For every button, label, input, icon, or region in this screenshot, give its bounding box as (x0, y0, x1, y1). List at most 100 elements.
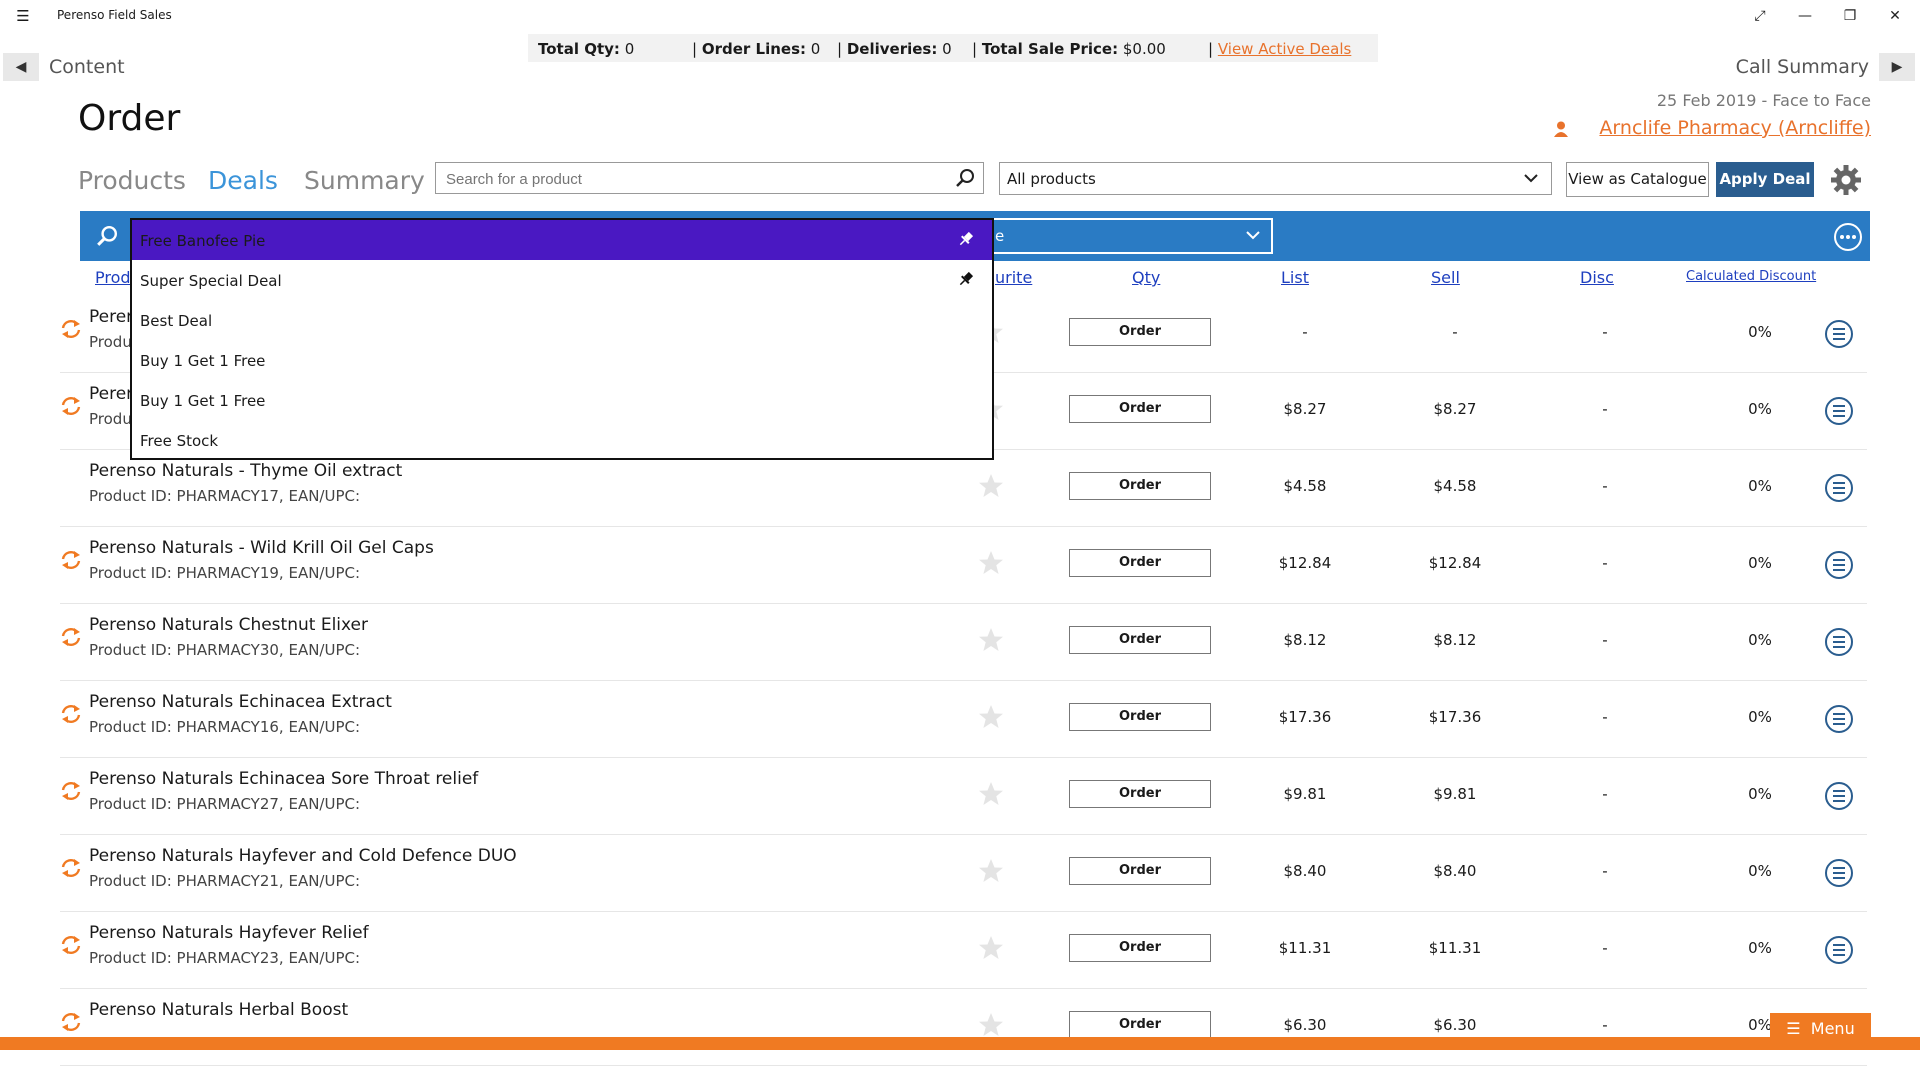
forward-button[interactable]: ▶ (1879, 53, 1915, 81)
account-link[interactable]: Arnclife Pharmacy (Arncliffe) (1599, 117, 1871, 139)
table-row[interactable]: Perenso Naturals Echinacea Extract Produc… (60, 680, 1867, 758)
back-button[interactable]: ◀ (3, 53, 39, 81)
table-row[interactable]: Perenso Naturals Chestnut Elixer Product … (60, 603, 1867, 681)
product-name[interactable]: Perenso Naturals Herbal Boost (89, 1000, 348, 1020)
deal-option[interactable]: Buy 1 Get 1 Free (132, 340, 992, 380)
fullscreen-icon[interactable]: ⤢ (1740, 4, 1780, 28)
product-id: Product ID: PHARMACY16, EAN/UPC: (89, 718, 361, 736)
back-label[interactable]: Content (49, 56, 125, 78)
product-name[interactable]: Perenso Naturals Echinacea Sore Throat r… (89, 769, 478, 789)
row-menu-icon[interactable] (1824, 935, 1854, 965)
order-button[interactable]: Order (1069, 626, 1211, 654)
col-header-favourite[interactable]: urite (995, 268, 1032, 287)
col-header-product[interactable]: Prod (95, 268, 131, 287)
row-menu-icon[interactable] (1824, 627, 1854, 657)
col-header-list[interactable]: List (1281, 268, 1309, 287)
minimize-icon[interactable]: — (1785, 4, 1825, 28)
tab-summary[interactable]: Summary (304, 166, 425, 195)
sell-price: $8.40 (1433, 862, 1477, 880)
close-icon[interactable]: ✕ (1875, 4, 1915, 28)
row-menu-icon[interactable] (1824, 781, 1854, 811)
order-button[interactable]: Order (1069, 395, 1211, 423)
restore-icon[interactable]: ❐ (1830, 4, 1870, 28)
search-icon[interactable] (96, 225, 118, 247)
menu-button[interactable]: ☰ Menu (1770, 1013, 1871, 1050)
favourite-star-icon[interactable] (978, 550, 1004, 576)
table-row[interactable]: Perenso Naturals - Wild Krill Oil Gel Ca… (60, 526, 1867, 604)
order-button[interactable]: Order (1069, 1011, 1211, 1039)
hamburger-menu-icon[interactable]: ☰ (12, 6, 34, 26)
table-row[interactable]: Perenso Naturals Hayfever and Cold Defen… (60, 834, 1867, 912)
sell-price: $8.27 (1433, 400, 1477, 418)
list-price: $17.36 (1278, 708, 1332, 726)
order-button[interactable]: Order (1069, 318, 1211, 346)
order-button[interactable]: Order (1069, 549, 1211, 577)
tab-deals[interactable]: Deals (208, 166, 278, 195)
order-button[interactable]: Order (1069, 857, 1211, 885)
favourite-star-icon[interactable] (978, 473, 1004, 499)
deal-option[interactable]: Buy 1 Get 1 Free (132, 380, 992, 420)
pin-icon[interactable] (958, 271, 974, 287)
table-row[interactable]: Perenso Naturals Herbal Boost Order $6.30 $… (60, 988, 1867, 1066)
deal-option[interactable]: Free Stock (132, 420, 992, 460)
favourite-star-icon[interactable] (978, 935, 1004, 961)
product-name[interactable]: Perenso Naturals Chestnut Elixer (89, 615, 368, 635)
table-row[interactable]: Perenso Naturals Echinacea Sore Throat r… (60, 757, 1867, 835)
row-menu-icon[interactable] (1824, 396, 1854, 426)
product-id: Produ (89, 333, 132, 351)
more-options-icon[interactable] (1833, 222, 1863, 252)
sync-icon (61, 1013, 81, 1031)
favourite-star-icon[interactable] (978, 1012, 1004, 1038)
product-name[interactable]: Perenso Naturals - Thyme Oil extract (89, 461, 402, 481)
col-header-sell[interactable]: Sell (1431, 268, 1460, 287)
deal-type-select[interactable]: e (990, 218, 1273, 254)
table-row[interactable]: Perenso Naturals - Thyme Oil extract Prod… (60, 449, 1867, 527)
product-name[interactable]: Perenso Naturals Hayfever Relief (89, 923, 369, 943)
order-button[interactable]: Order (1069, 934, 1211, 962)
calculated-discount: 0% (1748, 554, 1772, 572)
deal-option[interactable]: Free Banofee Pie (132, 220, 992, 260)
row-menu-icon[interactable] (1824, 704, 1854, 734)
product-name[interactable]: Perer (89, 307, 133, 327)
search-input[interactable] (444, 164, 948, 194)
favourite-star-icon[interactable] (978, 704, 1004, 730)
list-price: $12.84 (1278, 554, 1332, 572)
forward-label[interactable]: Call Summary (1736, 56, 1869, 78)
order-button[interactable]: Order (1069, 780, 1211, 808)
order-button[interactable]: Order (1069, 472, 1211, 500)
product-name[interactable]: Perer (89, 384, 133, 404)
row-menu-icon[interactable] (1824, 473, 1854, 503)
row-menu-icon[interactable] (1824, 319, 1854, 349)
col-header-qty[interactable]: Qty (1132, 268, 1160, 287)
product-filter-value: All products (1007, 170, 1096, 188)
calculated-discount: 0% (1748, 323, 1772, 341)
pin-icon[interactable] (958, 231, 974, 247)
sync-icon (61, 859, 81, 877)
col-header-disc[interactable]: Disc (1580, 268, 1614, 287)
row-menu-icon[interactable] (1824, 858, 1854, 888)
favourite-star-icon[interactable] (978, 781, 1004, 807)
gear-icon[interactable] (1830, 164, 1862, 196)
product-name[interactable]: Perenso Naturals Echinacea Extract (89, 692, 392, 712)
table-row[interactable]: Perenso Naturals Hayfever Relief Product … (60, 911, 1867, 989)
product-filter-select[interactable]: All products (999, 162, 1552, 195)
favourite-star-icon[interactable] (978, 858, 1004, 884)
product-name[interactable]: Perenso Naturals - Wild Krill Oil Gel Ca… (89, 538, 434, 558)
product-id: Product ID: PHARMACY21, EAN/UPC: (89, 872, 361, 890)
row-menu-icon[interactable] (1824, 550, 1854, 580)
view-active-deals-link[interactable]: View Active Deals (1218, 40, 1351, 58)
search-icon[interactable] (955, 168, 975, 188)
order-lines: | Order Lines: 0 (692, 40, 821, 58)
tab-products[interactable]: Products (78, 166, 186, 195)
product-id: Produ (89, 410, 132, 428)
deliveries: | Deliveries: 0 (837, 40, 952, 58)
apply-deal-button[interactable]: Apply Deal (1716, 162, 1814, 197)
favourite-star-icon[interactable] (978, 627, 1004, 653)
col-header-calculated-discount[interactable]: Calculated Discount (1686, 269, 1816, 284)
deal-option[interactable]: Best Deal (132, 300, 992, 340)
order-button[interactable]: Order (1069, 703, 1211, 731)
view-as-catalogue-button[interactable]: View as Catalogue (1566, 162, 1709, 197)
product-name[interactable]: Perenso Naturals Hayfever and Cold Defen… (89, 846, 517, 866)
title-bar: ☰ Perenso Field Sales ⤢ — ❐ ✕ (0, 0, 1920, 32)
deal-option[interactable]: Super Special Deal (132, 260, 992, 300)
